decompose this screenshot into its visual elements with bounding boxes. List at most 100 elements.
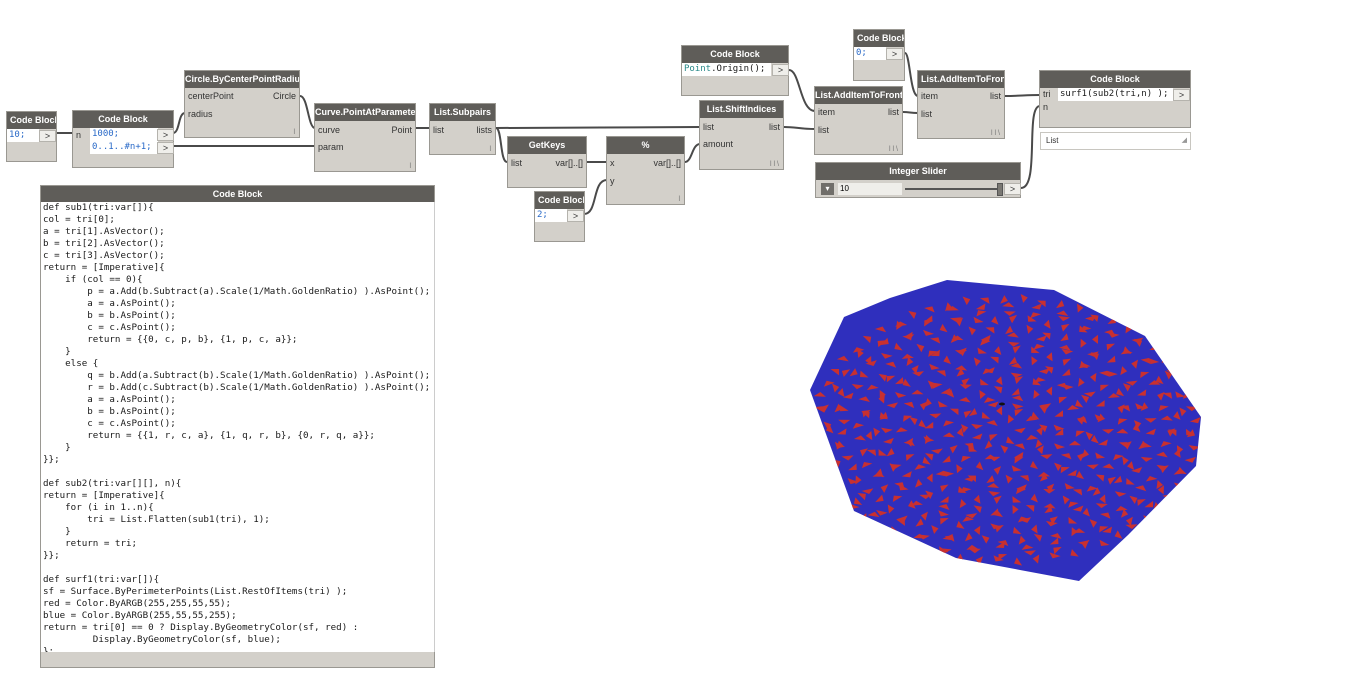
- code-line: }: [43, 526, 71, 537]
- list-additemtofront-node-2[interactable]: List.AddItemToFront item list list l l \: [917, 70, 1005, 139]
- input-port-list[interactable]: list: [508, 157, 522, 170]
- input-port-list[interactable]: list: [430, 124, 444, 137]
- code-line: }: [43, 346, 71, 357]
- input-port-list[interactable]: list: [815, 124, 829, 137]
- input-port-item[interactable]: item: [815, 106, 835, 119]
- code-line: }};: [43, 550, 60, 561]
- output-port-lists[interactable]: lists: [477, 124, 496, 137]
- code-line: r = b.Add(c.Subtract(b).Scale(1/Math.Gol…: [43, 382, 431, 393]
- code-block-node-10[interactable]: Code Block 10; >: [6, 111, 57, 162]
- input-port-tri[interactable]: tri: [1040, 88, 1051, 101]
- code-line: return = [Imperative]{: [43, 262, 165, 273]
- code-line: c = c.AsPoint();: [43, 322, 176, 333]
- code-block-node-range[interactable]: Code Block n 1000; 0..1..#n+1; > >: [72, 110, 174, 168]
- wire: [684, 143, 701, 163]
- code-line: col = tri[0];: [43, 214, 115, 225]
- code-block-node-surf[interactable]: Code Block tri n surf1(sub2(tri,n) ); >: [1039, 70, 1191, 128]
- node-title: Curve.PointAtParameter: [315, 104, 415, 121]
- node-title: %: [607, 137, 684, 154]
- output-port-1[interactable]: >: [157, 129, 174, 141]
- code-line: b = tri[2].AsVector();: [43, 238, 165, 249]
- list-shiftindices-node[interactable]: List.ShiftIndices list amount list l l \: [699, 100, 784, 170]
- code-line: }: [43, 442, 71, 453]
- code-line: for (i in 1..n){: [43, 502, 154, 513]
- code-line: a = a.AsPoint();: [43, 394, 176, 405]
- output-port-var[interactable]: var[]..[]: [653, 157, 684, 170]
- code-text[interactable]: 0;: [854, 47, 886, 60]
- code-line: def sub2(tri:var[][], n){: [43, 478, 182, 489]
- getkeys-node[interactable]: GetKeys list var[]..[]: [507, 136, 587, 188]
- curve-point-at-parameter-node[interactable]: Curve.PointAtParameter curve param Point…: [314, 103, 416, 172]
- code-method: .Origin();: [711, 64, 766, 74]
- node-title: List.Subpairs: [430, 104, 495, 121]
- node-title: Code Block: [7, 112, 56, 129]
- output-port[interactable]: >: [39, 130, 56, 142]
- code-text[interactable]: 10;: [7, 129, 39, 142]
- expand-button[interactable]: ▾: [821, 183, 834, 195]
- code-text[interactable]: Point.Origin();: [682, 63, 771, 76]
- lacing-indicator: l: [293, 129, 295, 136]
- input-port-n[interactable]: n: [73, 129, 81, 142]
- code-line: def sub1(tri:var[]){: [43, 202, 154, 213]
- code-block-node-2[interactable]: Code Block 2; >: [534, 191, 585, 242]
- code-editor[interactable]: def sub1(tri:var[]){col = tri[0]; a = tri…: [41, 202, 435, 652]
- output-port-var[interactable]: var[]..[]: [555, 157, 586, 170]
- wire: [583, 179, 608, 215]
- lacing-indicator: l l \: [770, 161, 779, 168]
- output-port-point[interactable]: Point: [391, 124, 415, 137]
- wire: [1020, 105, 1041, 189]
- code-block-node-0[interactable]: Code Block 0; >: [853, 29, 905, 81]
- input-port-amount[interactable]: amount: [700, 138, 733, 151]
- input-port-centerpoint[interactable]: centerPoint: [185, 90, 234, 103]
- output-port[interactable]: >: [1173, 89, 1190, 101]
- code-line: a = tri[1].AsVector();: [43, 226, 165, 237]
- lacing-indicator: l l \: [889, 146, 898, 153]
- code-line: }};: [43, 454, 60, 465]
- input-port-x[interactable]: x: [607, 157, 615, 170]
- code-line-2[interactable]: 0..1..#n+1;: [90, 141, 158, 154]
- input-port-n[interactable]: n: [1040, 101, 1048, 114]
- node-title: Code Block: [1040, 71, 1190, 88]
- node-title: List.AddItemToFront: [815, 87, 902, 104]
- wire: [495, 126, 701, 129]
- slider-value[interactable]: 10: [838, 183, 902, 195]
- code-line: tri = List.Flatten(sub1(tri), 1);: [43, 514, 270, 525]
- code-block-node-origin[interactable]: Code Block Point.Origin(); >: [681, 45, 789, 96]
- output-port-list[interactable]: list: [990, 90, 1004, 103]
- code-line: return = {{1, r, c, a}, {1, q, r, b}, {0…: [43, 430, 375, 441]
- input-port-y[interactable]: y: [607, 175, 615, 188]
- list-subpairs-node[interactable]: List.Subpairs list lists l: [429, 103, 496, 155]
- input-port-list[interactable]: list: [700, 121, 714, 134]
- modulo-node[interactable]: % x y var[]..[] l: [606, 136, 685, 205]
- output-port-list[interactable]: list: [769, 121, 783, 134]
- preview-bubble[interactable]: List ◢: [1040, 132, 1191, 150]
- input-port-list[interactable]: list: [918, 108, 932, 121]
- output-port[interactable]: >: [772, 64, 789, 76]
- input-port-param[interactable]: param: [315, 141, 344, 154]
- code-text[interactable]: surf1(sub2(tri,n) );: [1058, 88, 1173, 101]
- code-line: a = a.AsPoint();: [43, 298, 176, 309]
- code-line: else {: [43, 358, 99, 369]
- wire: [299, 95, 316, 129]
- slider-thumb[interactable]: [997, 183, 1003, 196]
- output-port-2[interactable]: >: [157, 142, 174, 154]
- output-port-circle[interactable]: Circle: [273, 90, 299, 103]
- input-port-curve[interactable]: curve: [315, 124, 340, 137]
- output-port-list[interactable]: list: [888, 106, 902, 119]
- output-port[interactable]: >: [886, 48, 903, 60]
- input-port-item[interactable]: item: [918, 90, 938, 103]
- code-line: return = {{0, c, p, b}, {1, p, c, a}};: [43, 334, 298, 345]
- output-port[interactable]: >: [1004, 183, 1021, 195]
- integer-slider-node[interactable]: Integer Slider ▾ 10 >: [815, 162, 1021, 198]
- slider-track[interactable]: [905, 188, 1003, 190]
- code-line: Display.ByGeometryColor(sf, blue);: [43, 634, 281, 645]
- code-text[interactable]: 2;: [535, 209, 567, 222]
- output-port[interactable]: >: [567, 210, 584, 222]
- code-line-1[interactable]: 1000;: [90, 128, 158, 141]
- circle-by-center-point-radius-node[interactable]: Circle.ByCenterPointRadius centerPoint r…: [184, 70, 300, 138]
- input-port-radius[interactable]: radius: [185, 108, 213, 121]
- lacing-indicator: l: [489, 146, 491, 153]
- list-additemtofront-node-1[interactable]: List.AddItemToFront item list list l l \: [814, 86, 903, 155]
